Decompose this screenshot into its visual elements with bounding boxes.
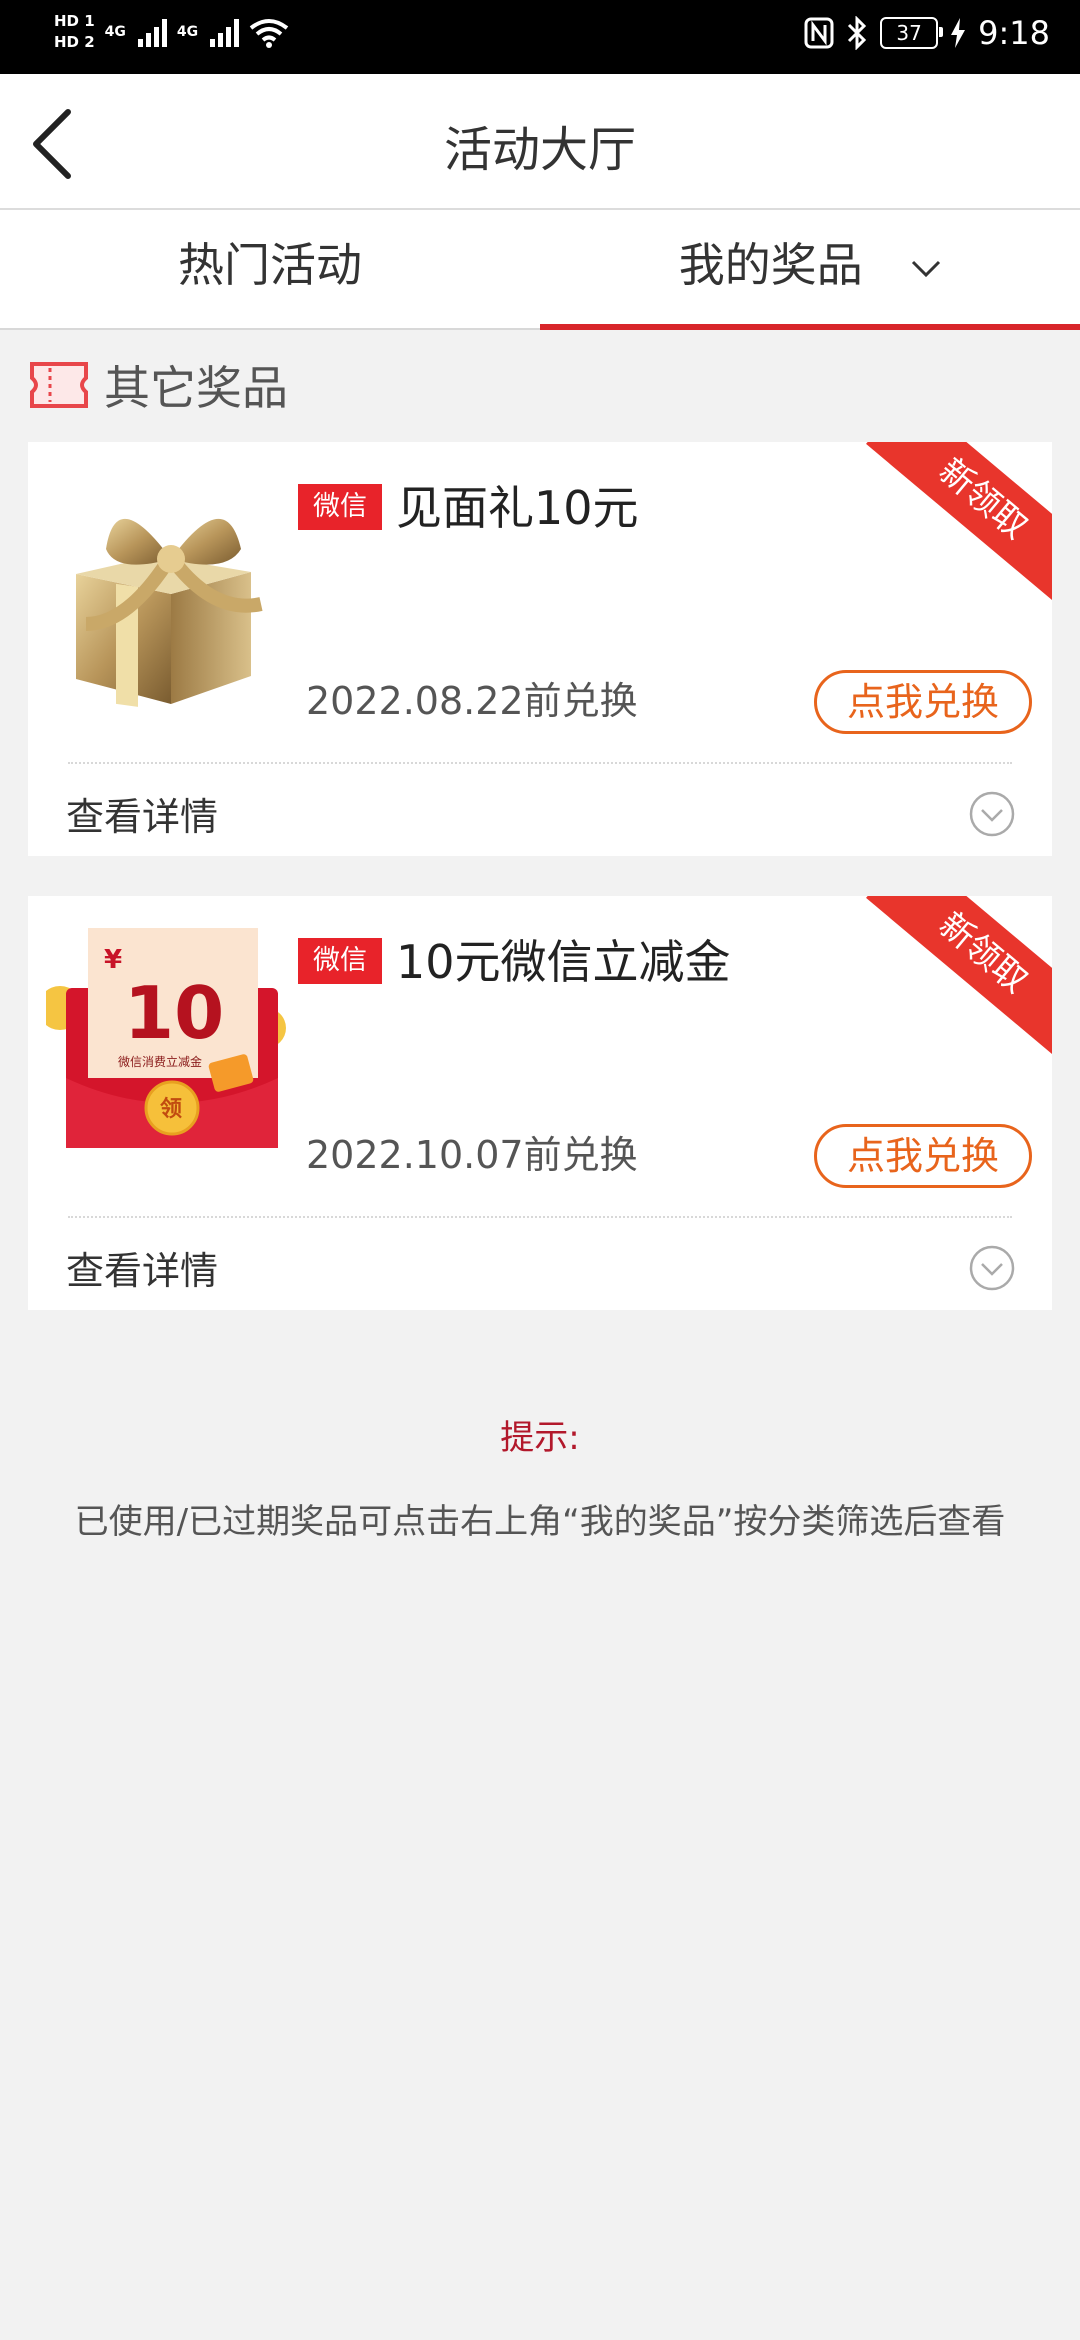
tab-bar: 热门活动 我的奖品	[0, 210, 1080, 330]
charging-icon	[951, 18, 966, 48]
battery-icon: 37	[880, 17, 944, 49]
wifi-icon	[249, 18, 289, 48]
view-details-link[interactable]: 查看详情	[66, 1240, 218, 1295]
network-type-2: 4G	[176, 23, 199, 40]
wechat-tag: 微信	[298, 484, 382, 530]
hd2-label: HD 2	[54, 33, 95, 51]
tab-hot-activities-label: 热门活动	[178, 238, 362, 292]
tab-my-prizes-label: 我的奖品	[678, 238, 863, 292]
network-type-1: 4G	[104, 23, 126, 40]
redeem-button[interactable]: 点我兑换	[814, 670, 1032, 734]
prize-card: ¥ 10 微信消费立减金 领 微信 10元微信立减金 2022.10.07前兑换…	[28, 896, 1052, 1310]
ticket-icon	[30, 362, 88, 408]
envelope-seal: 领	[160, 1096, 182, 1122]
clock: 9:18	[978, 14, 1050, 52]
prize-expiry-date: 2022.08.22前兑换	[306, 679, 638, 723]
status-bar: HD 1 HD 2 4G 4G 37 9:18	[0, 0, 1080, 74]
prize-expiry-date: 2022.10.07前兑换	[306, 1133, 638, 1177]
envelope-caption: 微信消费立减金	[118, 1054, 202, 1069]
chevron-down-icon[interactable]	[911, 260, 941, 278]
view-details-link[interactable]: 查看详情	[66, 786, 218, 841]
signal-icon-1	[137, 17, 167, 47]
new-ribbon: 新领取	[866, 896, 1052, 1059]
redeem-button[interactable]: 点我兑换	[814, 1124, 1032, 1188]
expand-circle-icon[interactable]	[968, 790, 1016, 838]
hd1-label: HD 1	[54, 12, 95, 30]
red-envelope-image: ¥ 10 微信消费立减金 领	[46, 928, 286, 1148]
tab-hot-activities[interactable]: 热门活动	[0, 210, 540, 328]
section-title: 其它奖品	[104, 361, 288, 415]
divider	[68, 1216, 1012, 1218]
tip-label: 提示:	[500, 1418, 580, 1458]
nav-bar: 活动大厅	[0, 74, 1080, 210]
battery-level: 37	[896, 21, 922, 45]
expand-circle-icon[interactable]	[968, 1244, 1016, 1292]
envelope-amount: 10	[124, 971, 224, 1055]
prize-title: 10元微信立减金	[396, 935, 731, 989]
signal-icon-2	[210, 17, 240, 47]
page-title: 活动大厅	[443, 122, 636, 178]
section-header: 其它奖品	[28, 352, 288, 418]
gift-box-image	[76, 518, 263, 707]
tab-my-prizes[interactable]: 我的奖品	[540, 210, 1080, 328]
active-tab-indicator	[540, 324, 1080, 330]
prize-title: 见面礼10元	[396, 481, 639, 535]
new-ribbon: 新领取	[866, 442, 1052, 605]
tip-text: 已使用/已过期奖品可点击右上角“我的奖品”按分类筛选后查看	[74, 1502, 1006, 1542]
bluetooth-icon	[848, 16, 867, 50]
prize-card: 微信 见面礼10元 2022.08.22前兑换 点我兑换 新领取 查看详情	[28, 442, 1052, 856]
envelope-currency: ¥	[104, 945, 122, 975]
divider	[68, 762, 1012, 764]
nfc-icon	[804, 17, 834, 49]
wechat-tag: 微信	[298, 938, 382, 984]
